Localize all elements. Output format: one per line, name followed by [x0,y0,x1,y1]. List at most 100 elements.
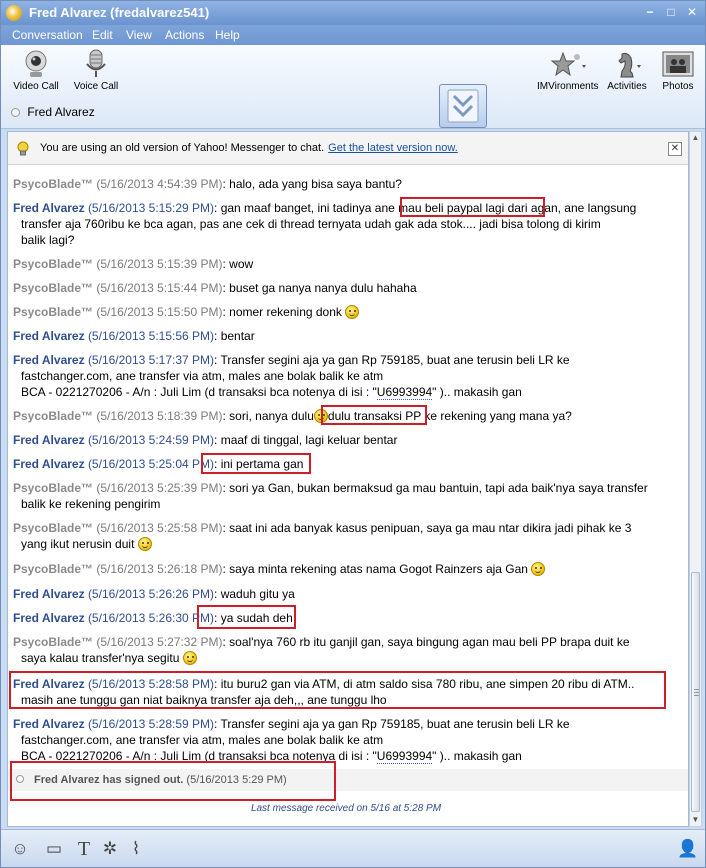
video-call-button[interactable]: Video Call [13,49,59,92]
photos-button[interactable]: Photos [657,49,699,92]
scroll-down-icon[interactable]: ▼ [690,814,701,826]
sender-name: Fred Alvarez [13,457,85,471]
sender-name: PsycoBlade™ [13,305,94,319]
photos-label: Photos [662,81,694,92]
contact-name: Fred Alvarez [27,105,95,119]
highlight-box [321,405,427,425]
timestamp: (5/16/2013 5:26:18 PM) [96,562,223,576]
chess-knight-icon [610,49,644,79]
sender-name: PsycoBlade™ [13,257,94,271]
sender-name: PsycoBlade™ [13,481,94,495]
yahoo-messenger-icon [6,5,22,21]
message-continuation: balik ke rekening pengirim [21,497,161,511]
attachment-icon[interactable]: ⌇ [125,838,147,860]
timestamp: (5/16/2013 5:15:39 PM) [96,257,223,271]
lightbulb-icon [17,141,29,156]
menu-help[interactable]: Help [215,28,240,42]
close-button[interactable]: ✕ [683,4,701,20]
contact-icon[interactable]: 👤 [677,838,699,860]
message-continuation: saya kalau transfer'nya segitu [13,650,673,666]
timestamp: (5/16/2013 5:17:37 PM) [87,353,215,367]
message-text: saya kalau transfer'nya segitu [21,651,180,665]
message-text: soal'nya 760 rb itu ganjil gan, saya bin… [229,635,630,649]
close-notice-icon[interactable]: ✕ [668,142,682,156]
sender-name: Fred Alvarez [13,587,85,601]
chat-bubble-icon[interactable]: ▭ [43,838,65,860]
grip-line [694,689,699,690]
update-notice: You are using an old version of Yahoo! M… [8,132,688,165]
timestamp: (5/16/2013 5:15:56 PM) [87,329,215,343]
timestamp: (5/16/2013 5:27:32 PM) [96,635,223,649]
timestamp: (5/16/2013 5:26:26 PM) [87,587,215,601]
message-text: BCA - 0221270206 - A/n : Juli Lim (d tra… [21,385,377,399]
imvironments-button[interactable]: IMVironments [537,49,599,92]
photos-icon [661,49,695,79]
message-text: saya minta rekening atas nama Gogot Rain… [229,562,528,576]
message-text: yang ikut nerusin duit [21,537,135,551]
menu-actions[interactable]: Actions [165,28,204,42]
maximize-button[interactable]: □ [662,4,680,20]
message: Fred Alvarez (5/16/2013 5:26:26 PM): wad… [13,587,295,601]
text-format-icon[interactable]: T [73,838,95,860]
sender-name: PsycoBlade™ [13,281,94,295]
message: PsycoBlade™ (5/16/2013 4:54:39 PM): halo… [13,177,402,191]
sender-name: PsycoBlade™ [13,177,94,191]
settings-icon[interactable]: ✲ [99,838,121,860]
smiley-icon [137,537,152,551]
message-text: " ).. makasih gan [432,385,522,399]
message-text: ke rekening yang mana ya? [421,409,572,423]
activities-label: Activities [607,81,647,92]
sender-name: Fred Alvarez [13,353,85,367]
sender-name: Fred Alvarez [13,201,85,215]
message-text: bentar [220,329,255,343]
menu-conversation[interactable]: Conversation [12,28,83,42]
message-continuation: transfer aja 760ribu ke bca agan, pas an… [21,217,601,231]
message-text: Transfer segini aja ya gan Rp 759185, bu… [220,353,570,367]
message-text: wow [229,257,254,271]
smiley-icon [345,305,360,319]
message-continuation: fastchanger.com, ane transfer via atm, m… [21,733,384,747]
message-text: saat ini ada banyak kasus penipuan, saya… [229,521,632,535]
sender-name: Fred Alvarez [13,433,85,447]
title-bar: Fred Alvarez (fredalvarez541) − □ ✕ [1,1,705,25]
message-continuation: yang ikut nerusin duit [13,536,673,552]
expand-button[interactable] [439,84,487,128]
video-call-label: Video Call [13,81,59,92]
message: PsycoBlade™ (5/16/2013 5:25:39 PM): sori… [13,480,673,512]
chat-scrollbar[interactable]: ▲ ▼ [689,131,702,827]
timestamp: (5/16/2013 5:15:29 PM) [87,201,215,215]
toolbar: Video Call Voice Call Fred Alvarez IMVir… [1,45,705,129]
emoticon-icon[interactable]: ☺ [9,838,31,860]
sender-name: PsycoBlade™ [13,409,94,423]
update-link[interactable]: Get the latest version now. [328,142,458,154]
highlight-box [9,671,666,709]
message-text: sori ya Gan, bukan bermaksud ga mau bant… [229,481,648,495]
scroll-thumb[interactable] [691,572,700,812]
imvironments-label: IMVironments [537,81,599,92]
highlight-box [10,761,336,801]
message: PsycoBlade™ (5/16/2013 5:25:58 PM): saat… [13,520,673,552]
timestamp: (5/16/2013 5:15:50 PM) [96,305,223,319]
voice-call-button[interactable]: Voice Call [73,49,119,92]
message-text: waduh gitu ya [220,587,295,601]
grip-line [694,695,699,696]
smiley-icon [182,651,197,665]
menu-view[interactable]: View [126,28,152,42]
highlight-box [197,605,296,629]
double-chevron-down-icon [447,89,479,123]
menu-edit[interactable]: Edit [92,28,113,42]
webcam-icon [19,49,53,79]
minimize-button[interactable]: − [641,4,659,20]
messenger-window: Fred Alvarez (fredalvarez541) − □ ✕ Conv… [0,0,706,868]
scroll-up-icon[interactable]: ▲ [690,132,701,144]
message: Fred Alvarez (5/16/2013 5:26:30 PM): ya … [13,611,293,625]
message: Fred Alvarez (5/16/2013 5:24:59 PM): maa… [13,433,398,447]
timestamp: (5/16/2013 5:25:58 PM) [96,521,223,535]
activities-button[interactable]: Activities [605,49,649,92]
last-message-status: Last message received on 5/16 at 5:28 PM [250,803,442,814]
message: PsycoBlade™ (5/16/2013 5:15:44 PM): buse… [13,281,417,295]
sender-name: PsycoBlade™ [13,635,94,649]
message-text: gan maaf banget, ini tadinya ane [220,201,399,215]
message-continuation: fastchanger.com, ane transfer via atm, m… [21,369,384,383]
sender-name: Fred Alvarez [13,611,85,625]
